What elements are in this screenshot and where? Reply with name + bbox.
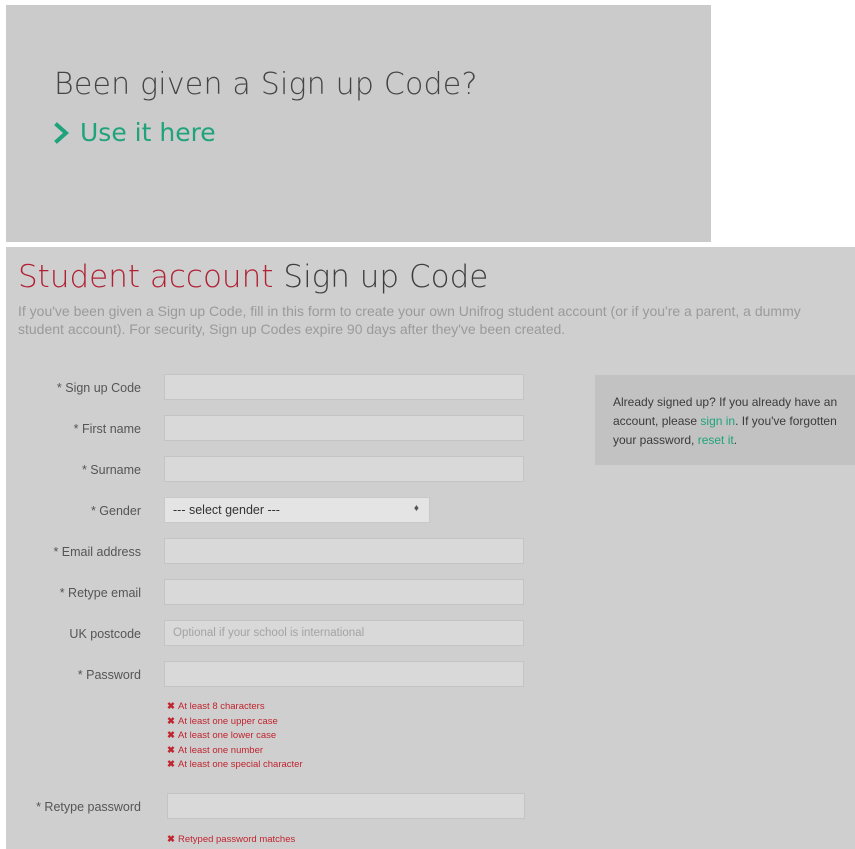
use-it-here-link[interactable]: Use it here xyxy=(54,118,694,147)
retype-email-label: * Retype email xyxy=(59,586,141,600)
already-signed-up-text: Already signed up? If you already have a… xyxy=(613,395,838,447)
first-name-input[interactable] xyxy=(164,415,524,441)
password-rule: ✖ At least one special character xyxy=(167,758,303,773)
surname-label: * Surname xyxy=(81,463,141,477)
email-label: * Email address xyxy=(53,545,141,559)
password-input[interactable] xyxy=(164,661,524,687)
reset-password-link[interactable]: reset it xyxy=(698,433,734,447)
sign-in-link[interactable]: sign in xyxy=(700,414,735,428)
signup-code-promo-panel: Been given a Sign up Code? Use it here xyxy=(6,5,711,242)
postcode-input[interactable]: Optional if your school is international xyxy=(164,620,524,646)
chevron-right-icon xyxy=(54,121,70,144)
page-intro: If you've been given a Sign up Code, fil… xyxy=(18,303,801,337)
postcode-label: UK postcode xyxy=(69,627,141,641)
first-name-label: * First name xyxy=(73,422,141,436)
cross-icon: ✖ xyxy=(167,759,175,771)
password-rules-list: ✖ At least 8 characters ✖ At least one upp… xyxy=(167,700,303,773)
select-arrows-icon: ♦ xyxy=(413,503,419,514)
cross-icon: ✖ xyxy=(167,701,175,712)
retype-password-rules: ✖ Retyped password matches xyxy=(167,833,295,848)
signup-form-panel: Student account Sign up Code If you've be… xyxy=(6,247,855,849)
cross-icon: ✖ xyxy=(167,744,175,756)
surname-input[interactable] xyxy=(164,456,524,482)
postcode-placeholder: Optional if your school is international xyxy=(173,627,365,639)
promo-content: Been given a Sign up Code? Use it here xyxy=(54,67,694,147)
gender-label: * Gender xyxy=(90,504,141,518)
already-signed-up-box: Already signed up? If you already have a… xyxy=(595,375,855,465)
retype-email-input[interactable] xyxy=(164,579,524,605)
retype-password-label: * Retype password xyxy=(36,800,141,814)
sign-up-code-label: * Sign up Code xyxy=(56,381,141,395)
password-rule: ✖ At least one upper case xyxy=(167,715,303,730)
password-rule: ✖ Retyped password matches xyxy=(167,833,295,848)
password-rule: ✖ At least 8 characters xyxy=(167,700,303,715)
password-label: * Password xyxy=(77,668,141,682)
page-title: Student account Sign up Code xyxy=(18,259,488,295)
gender-select-value: --- select gender --- xyxy=(173,503,280,517)
use-it-here-label: Use it here xyxy=(80,118,216,147)
email-input[interactable] xyxy=(164,538,524,564)
page-title-rest: Sign up Code xyxy=(283,259,489,295)
promo-title: Been given a Sign up Code? xyxy=(54,67,478,102)
cross-icon: ✖ xyxy=(167,730,175,742)
retype-password-input[interactable] xyxy=(167,793,525,819)
password-rule: ✖ At least one number xyxy=(167,744,303,759)
cross-icon: ✖ xyxy=(167,715,175,727)
cross-icon: ✖ xyxy=(167,834,175,845)
gender-select[interactable]: --- select gender --- ♦ xyxy=(164,497,430,523)
password-rule: ✖ At least one lower case xyxy=(167,729,303,744)
page-title-highlight: Student account xyxy=(18,259,274,295)
sign-up-code-input[interactable] xyxy=(164,374,524,400)
